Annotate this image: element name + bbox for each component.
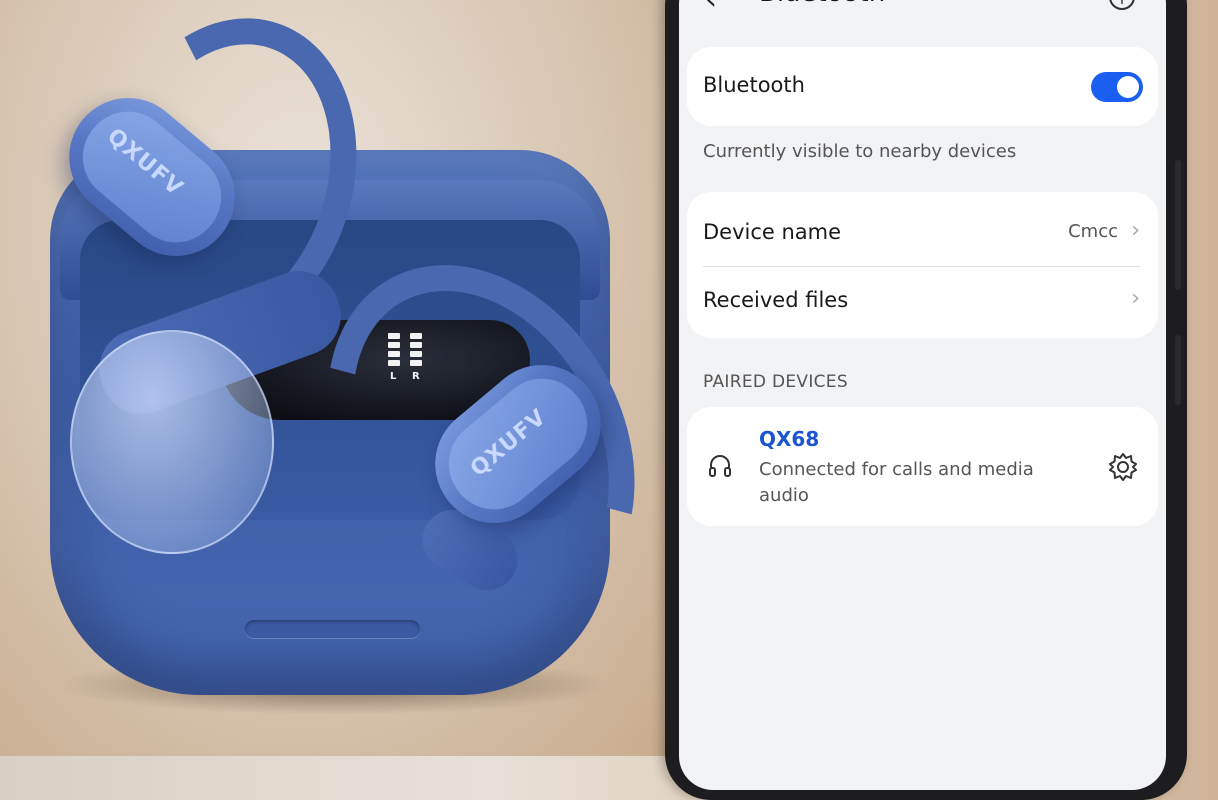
chevron-left-icon[interactable]: ‹ [705, 0, 717, 17]
bluetooth-label: Bluetooth [703, 73, 805, 97]
device-name-label: Device name [703, 220, 842, 244]
device-settings-card: Device name Cmcc › Received files › [687, 192, 1158, 338]
visibility-text: Currently visible to nearby devices [703, 141, 1017, 162]
headphones-icon [709, 455, 731, 477]
page-title: Bluetooth [759, 0, 885, 8]
info-icon[interactable]: i [1109, 0, 1135, 10]
left-ear-tip [70, 330, 274, 554]
received-files-label: Received files [703, 288, 849, 312]
top-app-bar: ‹ Bluetooth i [679, 0, 1166, 46]
gear-icon[interactable] [1107, 451, 1139, 483]
device-name-value: Cmcc [1068, 221, 1118, 242]
paired-devices-heading: PAIRED DEVICES [703, 372, 848, 392]
bluetooth-toggle-card[interactable]: Bluetooth [687, 47, 1158, 126]
paired-device-status: Connected for calls and media audio [759, 459, 1034, 506]
phone-power-button [1175, 335, 1181, 405]
bluetooth-settings-screen: ‹ Bluetooth i Bluetooth Currently visibl… [679, 0, 1166, 790]
case-front-slot [245, 620, 420, 638]
toggle-knob [1117, 76, 1139, 98]
phone-side-button [1175, 160, 1181, 290]
received-files-row[interactable]: Received files › [687, 266, 1158, 338]
paired-device-item[interactable]: QX68 Connected for calls and media audio [687, 407, 1158, 526]
bluetooth-toggle[interactable] [1091, 72, 1143, 102]
paired-device-name: QX68 [759, 427, 820, 451]
chevron-right-icon: › [1131, 218, 1140, 243]
product-image: L R QXUFV QXUFV [0, 0, 697, 756]
chevron-right-icon: › [1131, 286, 1140, 311]
device-name-row[interactable]: Device name Cmcc › [687, 192, 1158, 265]
